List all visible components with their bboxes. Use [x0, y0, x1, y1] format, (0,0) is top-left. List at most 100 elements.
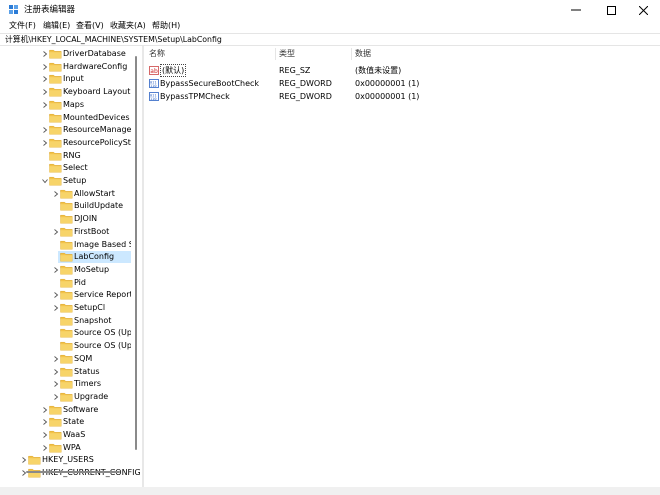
value-name[interactable]: BypassTPMCheck: [160, 90, 230, 103]
chevron-right-icon[interactable]: [52, 228, 60, 236]
chevron-right-icon[interactable]: [41, 101, 49, 109]
tree-node[interactable]: Image Based Se: [0, 239, 139, 251]
column-header-type[interactable]: 类型: [279, 48, 295, 60]
folder-icon: [60, 202, 73, 211]
tree-node[interactable]: BuildUpdate: [0, 200, 131, 212]
chevron-right-icon[interactable]: [52, 291, 60, 299]
tree-node[interactable]: Keyboard Layout: [0, 86, 131, 98]
tree-node[interactable]: HardwareConfig: [0, 61, 131, 73]
tree-node[interactable]: Setup: [0, 175, 131, 187]
tree-node[interactable]: Maps: [0, 99, 131, 111]
tree-node[interactable]: Input: [0, 73, 131, 85]
tree-node[interactable]: ResourcePolicySto: [0, 137, 136, 149]
tree-node[interactable]: Snapshot: [0, 315, 131, 327]
chevron-right-icon[interactable]: [41, 50, 49, 58]
value-row[interactable]: 011 110 BypassTPMCheck REG_DWORD 0x00000…: [145, 90, 660, 103]
tree-horizontal-scrollbar[interactable]: [0, 467, 131, 476]
tree-node[interactable]: DJOIN: [0, 213, 131, 225]
value-name[interactable]: BypassSecureBootCheck: [160, 77, 259, 90]
value-type: REG_DWORD: [279, 79, 332, 88]
tree-node-label: Maps: [63, 99, 85, 109]
tree-node[interactable]: MoSetup: [0, 264, 131, 276]
pane-splitter[interactable]: [142, 46, 144, 487]
value-name[interactable]: (默认): [160, 64, 187, 77]
menu-help[interactable]: 帮助(H): [152, 20, 180, 33]
tree-node[interactable]: Upgrade: [0, 391, 131, 403]
tree-node[interactable]: WaaS: [0, 429, 131, 441]
tree-node[interactable]: DriverDatabase: [0, 48, 131, 60]
chevron-right-icon[interactable]: [52, 355, 60, 363]
chevron-right-icon[interactable]: [52, 266, 60, 274]
svg-text:ab: ab: [150, 68, 158, 75]
tree-node[interactable]: Service Reportir: [0, 289, 138, 301]
chevron-right-icon[interactable]: [41, 444, 49, 452]
tree-node[interactable]: Source OS (Upc: [0, 327, 136, 339]
column-header-data[interactable]: 数据: [355, 48, 371, 60]
tree-node[interactable]: Pid: [0, 277, 131, 289]
tree-node[interactable]: Select: [0, 162, 131, 174]
column-header-name[interactable]: 名称: [149, 48, 165, 60]
tree-node-label: Setup: [63, 176, 87, 185]
tree-node[interactable]: State: [0, 416, 131, 428]
tree-node[interactable]: HKEY_USERS: [0, 454, 131, 466]
tree-node[interactable]: LabConfig: [58, 251, 131, 264]
tree-node[interactable]: Timers: [0, 378, 131, 390]
chevron-right-icon[interactable]: [41, 63, 49, 71]
tree-vertical-scrollbar[interactable]: [131, 46, 140, 465]
chevron-right-icon[interactable]: [41, 139, 49, 147]
folder-icon: [49, 49, 62, 59]
chevron-right-icon[interactable]: [41, 431, 49, 439]
chevron-down-icon[interactable]: [41, 177, 49, 185]
string-value-icon: ab: [149, 66, 159, 75]
folder-icon: [60, 215, 73, 224]
chevron-right-icon[interactable]: [52, 190, 60, 198]
maximize-button[interactable]: [594, 0, 628, 20]
close-button[interactable]: [626, 0, 660, 20]
key-tree[interactable]: DriverDatabase HardwareConfig Input Keyboar…: [0, 46, 140, 487]
binary-value-icon: 011 110: [149, 79, 159, 88]
chevron-right-icon[interactable]: [52, 368, 60, 376]
folder-icon: [49, 126, 62, 135]
column-divider[interactable]: [275, 48, 276, 60]
chevron-right-icon[interactable]: [41, 126, 49, 134]
tree-node[interactable]: AllowStart: [0, 188, 131, 200]
values-list[interactable]: 名称 类型 数据 ab (默认) REG_SZ (数值未设置) 011 110 …: [145, 46, 660, 487]
folder-icon: [60, 354, 73, 364]
menu-file[interactable]: 文件(F): [9, 20, 36, 33]
tree-node[interactable]: Status: [0, 366, 131, 378]
tree-node-label: HardwareConfig: [63, 61, 128, 71]
chevron-right-icon[interactable]: [41, 406, 49, 414]
tree-node[interactable]: MountedDevices: [0, 112, 131, 124]
tree-node-label: AllowStart: [74, 188, 115, 198]
tree-node[interactable]: RNG: [0, 150, 131, 162]
chevron-right-icon[interactable]: [52, 304, 60, 312]
chevron-right-icon[interactable]: [52, 393, 60, 401]
column-divider[interactable]: [351, 48, 352, 60]
folder-icon: [49, 164, 62, 173]
tree-node[interactable]: Source OS (Upc: [0, 340, 136, 352]
tree-node[interactable]: SetupCl: [0, 302, 131, 314]
minimize-button[interactable]: [559, 0, 593, 20]
tree-node[interactable]: FirstBoot: [0, 226, 131, 238]
tree-horizontal-scroll-thumb[interactable]: [26, 471, 120, 473]
tree-vertical-scroll-thumb[interactable]: [135, 56, 137, 450]
tree-node-label: Source OS (Upc: [74, 341, 137, 351]
address-path[interactable]: 计算机\HKEY_LOCAL_MACHINE\SYSTEM\Setup\LabC…: [5, 34, 222, 45]
chevron-right-icon[interactable]: [20, 456, 28, 464]
menu-edit[interactable]: 编辑(E): [43, 20, 70, 33]
value-row[interactable]: 011 110 BypassSecureBootCheck REG_DWORD …: [145, 77, 660, 90]
value-type: REG_DWORD: [279, 92, 332, 101]
menu-view[interactable]: 查看(V): [76, 20, 104, 33]
address-bar[interactable]: 计算机\HKEY_LOCAL_MACHINE\SYSTEM\Setup\LabC…: [0, 33, 660, 46]
tree-node[interactable]: SQM: [0, 353, 131, 365]
tree-node-label: Input: [63, 74, 84, 84]
chevron-right-icon[interactable]: [52, 380, 60, 388]
chevron-right-icon[interactable]: [41, 75, 49, 83]
menu-favorites[interactable]: 收藏夹(A): [110, 20, 146, 33]
value-row[interactable]: ab (默认) REG_SZ (数值未设置): [145, 64, 660, 77]
tree-node[interactable]: Software: [0, 404, 131, 416]
tree-node[interactable]: ResourceManager: [0, 124, 135, 136]
chevron-right-icon[interactable]: [41, 418, 49, 426]
chevron-right-icon[interactable]: [41, 88, 49, 96]
tree-node[interactable]: WPA: [0, 442, 131, 454]
